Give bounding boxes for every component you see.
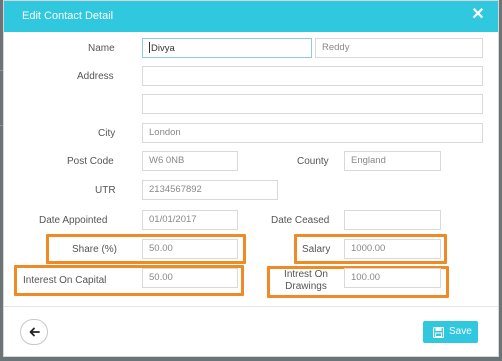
footer-divider	[4, 306, 498, 307]
utr-placeholder: 2134567892	[149, 184, 202, 195]
interest-capital-placeholder: 50.00	[149, 272, 173, 283]
interest-drawings-placeholder: 100.00	[351, 272, 381, 283]
address-label: Address	[77, 71, 114, 82]
postcode-label: Post Code	[67, 156, 114, 167]
county-placeholder: England	[351, 155, 386, 166]
date-ceased-input[interactable]	[344, 210, 441, 230]
arrow-left-icon	[29, 327, 40, 337]
modal-title: Edit Contact Detail	[22, 10, 114, 22]
date-appointed-input[interactable]: 01/01/2017	[142, 210, 238, 230]
save-label: Save	[449, 326, 472, 337]
floppy-disk-icon	[433, 327, 444, 338]
city-input[interactable]: London	[142, 123, 483, 143]
share-placeholder: 50.00	[149, 243, 173, 254]
interest-drawings-input[interactable]: 100.00	[344, 268, 441, 288]
modal-header: Edit Contact Detail ✕	[4, 1, 498, 32]
edit-contact-modal: Edit Contact Detail ✕ Name Divya Reddy A…	[3, 0, 499, 357]
last-name-placeholder: Reddy	[322, 42, 350, 53]
interest-capital-label: Interest On Capital	[23, 275, 107, 286]
date-appointed-label: Date Appointed	[39, 215, 108, 226]
county-input[interactable]: England	[344, 151, 441, 171]
date-appointed-placeholder: 01/01/2017	[149, 214, 197, 225]
share-input[interactable]: 50.00	[142, 239, 238, 259]
utr-label: UTR	[95, 185, 116, 196]
salary-label: Salary	[302, 244, 331, 255]
interest-drawings-label: Intrest On Drawings	[274, 269, 338, 293]
salary-input[interactable]: 1000.00	[344, 239, 441, 259]
address-line2-input[interactable]	[142, 94, 483, 114]
interest-drawings-label-line1: Intrest On	[284, 269, 328, 280]
share-label: Share (%)	[72, 244, 118, 255]
postcode-placeholder: W6 0NB	[149, 155, 185, 166]
address-line1-input[interactable]	[142, 66, 483, 86]
county-label: County	[297, 156, 329, 167]
back-button[interactable]	[20, 319, 48, 345]
text-cursor	[149, 42, 150, 53]
first-name-input[interactable]: Divya	[142, 38, 312, 58]
first-name-value: Divya	[151, 43, 175, 54]
interest-drawings-label-line2: Drawings	[285, 281, 327, 292]
salary-placeholder: 1000.00	[351, 243, 386, 254]
city-label: City	[98, 128, 116, 139]
utr-input[interactable]: 2134567892	[142, 180, 278, 200]
city-placeholder: London	[149, 127, 181, 138]
postcode-input[interactable]: W6 0NB	[142, 151, 238, 171]
date-ceased-label: Date Ceased	[271, 215, 330, 226]
name-label: Name	[88, 43, 115, 54]
last-name-input[interactable]: Reddy	[315, 38, 483, 58]
close-icon[interactable]: ✕	[468, 5, 488, 25]
save-button[interactable]: Save	[423, 321, 478, 343]
interest-capital-input[interactable]: 50.00	[142, 268, 238, 288]
